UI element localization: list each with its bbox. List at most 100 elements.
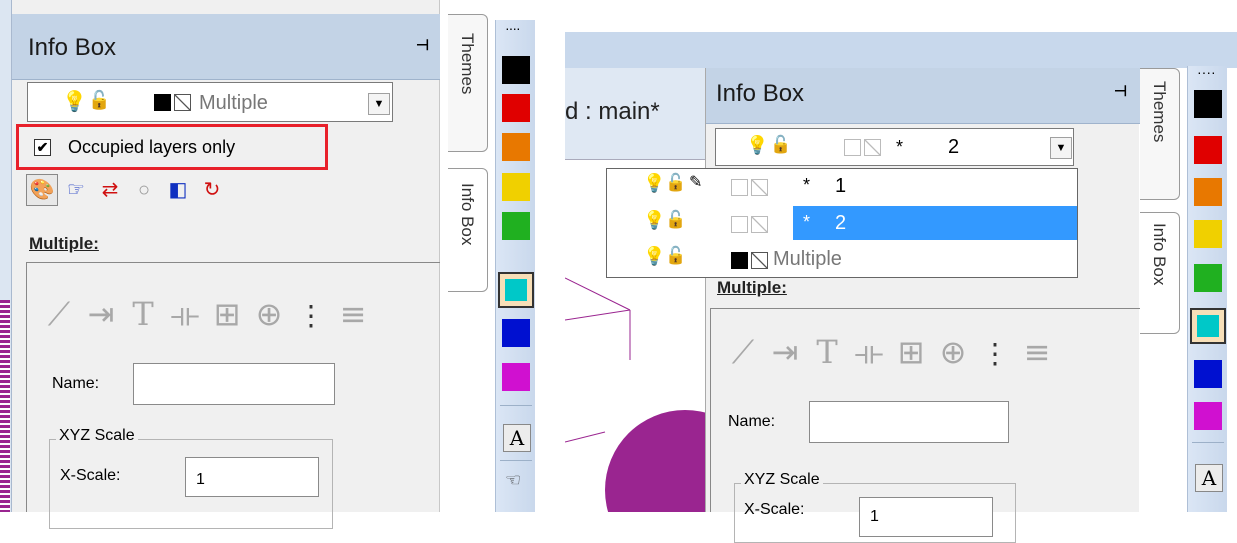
right-swatch-red[interactable] (1194, 136, 1222, 164)
bars-icon: ⋮ (297, 300, 325, 331)
lock-open-icon: 🔓 (665, 173, 687, 192)
right-tab-infobox[interactable]: Info Box (1140, 212, 1180, 334)
right-property-icons: ⟋ ⇥ T ⟛ ⊞ ⊕ ⋮ ≡ (723, 331, 1113, 375)
lock-open-icon: 🔓 (88, 90, 111, 110)
dropdown-item-label: 1 (835, 175, 847, 197)
left-tab-infobox[interactable]: Info Box (448, 168, 488, 292)
dimension-icon: ⟛ (170, 295, 200, 333)
swatch-blue[interactable] (502, 319, 530, 347)
right-swatch-magenta[interactable] (1194, 402, 1222, 430)
right-app-strip (565, 32, 1237, 68)
text-tool-button[interactable]: A (503, 424, 531, 452)
right-empty-swatch (844, 139, 861, 156)
swatch-magenta[interactable] (502, 363, 530, 391)
black-swatch (154, 94, 171, 111)
pencil-icon: ✎ (689, 174, 703, 191)
palette-separator (500, 405, 532, 406)
right-layer-combo[interactable]: 💡 🔓 * 2 ▼ (715, 128, 1074, 166)
right-combo-value: 2 (948, 136, 960, 158)
refresh-icon[interactable]: ↻ (196, 174, 228, 206)
pointer-icon[interactable]: ☞ (60, 174, 92, 206)
swatch-red[interactable] (502, 94, 530, 122)
dropdown-item-star: * (803, 175, 811, 195)
right-swatch-yellow[interactable] (1194, 220, 1222, 248)
right-x-scale-label: X-Scale: (744, 501, 805, 518)
occupied-checkbox[interactable]: ✔ (34, 139, 51, 156)
right-swatch-blue[interactable] (1194, 360, 1222, 388)
left-x-scale-label: X-Scale: (60, 467, 121, 484)
swatch-orange[interactable] (502, 133, 530, 161)
hatch-swatch (751, 216, 768, 233)
right-palette-grip-icon: ···· (1197, 64, 1216, 80)
occupied-checkbox-label[interactable]: Occupied layers only (68, 137, 235, 158)
right-swatch-black[interactable] (1194, 90, 1222, 118)
left-property-icons: ⟋ ⇥ T ⟛ ⊞ ⊕ ⋮ ≡ (39, 293, 419, 337)
right-color-palette: ···· A (1187, 64, 1227, 512)
lock-open-icon: 🔓 (665, 210, 687, 229)
circle-icon[interactable]: ○ (128, 174, 160, 206)
left-infobox-panel: Info Box ⊣ 💡 🔓 Multiple ▼ ✔ Occupied lay… (12, 0, 440, 529)
lock-open-icon: 🔓 (665, 246, 687, 265)
right-swatch-orange[interactable] (1194, 178, 1222, 206)
dropdown-item-1[interactable]: 💡 🔓 ✎ * 1 (607, 169, 1077, 206)
right-combo-star: * (896, 137, 904, 157)
left-icon-toolbar: 🎨 ☞ ⇄ ○ ◧ ↻ (26, 174, 286, 210)
right-bulb-icon: 💡 (746, 135, 769, 155)
left-layer-combo[interactable]: 💡 🔓 Multiple ▼ (27, 82, 393, 122)
dropdown-item-2[interactable]: 💡 🔓 * 2 (607, 206, 1077, 243)
palette-separator-2 (500, 460, 532, 461)
palette-grip-icon: ···· (505, 20, 521, 36)
right-pin-icon[interactable]: ⊣ (1114, 82, 1127, 100)
left-combo-value: Multiple (199, 92, 268, 114)
swatch-yellow[interactable] (502, 173, 530, 201)
right-tab-infobox-label: Info Box (1150, 223, 1169, 286)
text-icon: T (132, 295, 154, 333)
color-fill-icon[interactable]: ◧ (162, 174, 194, 206)
left-xyz-group-label: XYZ Scale (56, 427, 138, 445)
palette-icon[interactable]: 🎨 (26, 174, 58, 206)
right-tab-themes[interactable]: Themes (1140, 68, 1180, 200)
swap-icon[interactable]: ⇄ (94, 174, 126, 206)
lines-icon: ≡ (339, 295, 367, 333)
swatch-green[interactable] (502, 212, 530, 240)
dropdown-item-3[interactable]: 💡 🔓 Multiple (607, 242, 1077, 279)
left-panel-title: Info Box (28, 34, 117, 61)
hatch-swatch (751, 179, 768, 196)
right-text-tool-button[interactable]: A (1195, 464, 1223, 492)
right-section-label: Multiple: (717, 278, 787, 297)
right-lock-open-icon: 🔓 (770, 135, 792, 154)
right-x-scale-input[interactable]: 1 (859, 497, 993, 537)
bulb-icon: 💡 (62, 91, 87, 113)
right-crosshair-icon: ⊕ (939, 333, 967, 371)
swatch-cyan-selected[interactable] (498, 272, 534, 308)
left-canvas-strip (0, 300, 10, 512)
hatch-swatch (751, 252, 768, 269)
left-x-scale-input[interactable]: 1 (185, 457, 319, 497)
dropdown-item-label: Multiple (773, 248, 842, 270)
right-grid-icon: ⊞ (897, 333, 925, 371)
chevron-down-icon[interactable]: ▼ (368, 93, 390, 115)
right-titlebar: Info Box ⊣ (706, 68, 1140, 124)
right-doc-tab[interactable]: d : main* (565, 68, 705, 160)
left-tab-themes[interactable]: Themes (448, 14, 488, 152)
pin-icon[interactable]: ⊣ (416, 36, 429, 54)
left-name-input[interactable] (133, 363, 335, 405)
swatch-black[interactable] (502, 56, 530, 84)
right-name-input[interactable] (809, 401, 1009, 443)
left-titlebar: Info Box ⊣ (12, 14, 440, 80)
right-swatch-green[interactable] (1194, 264, 1222, 292)
dropdown-item-star: * (803, 212, 811, 232)
left-name-label: Name: (52, 375, 100, 392)
left-tab-themes-label: Themes (458, 33, 477, 95)
hatch-swatch (174, 94, 191, 111)
empty-swatch (731, 216, 748, 233)
pointer-tool-icon[interactable]: ☜ (505, 470, 521, 491)
right-chevron-down-icon[interactable]: ▼ (1050, 137, 1072, 159)
right-panel-title: Info Box (716, 80, 805, 107)
left-tab-infobox-label: Info Box (458, 183, 477, 246)
right-text-icon: T (816, 333, 838, 371)
right-properties-area: ⟋ ⇥ T ⟛ ⊞ ⊕ ⋮ ≡ Name: XYZ Scale X-Scale: 1 (710, 308, 1140, 543)
right-lines-icon: ≡ (1023, 333, 1051, 371)
right-swatch-cyan-selected[interactable] (1190, 308, 1226, 344)
left-properties-area: ⟋ ⇥ T ⟛ ⊞ ⊕ ⋮ ≡ Name: XYZ Scale X-Scale: 1 (26, 262, 440, 529)
